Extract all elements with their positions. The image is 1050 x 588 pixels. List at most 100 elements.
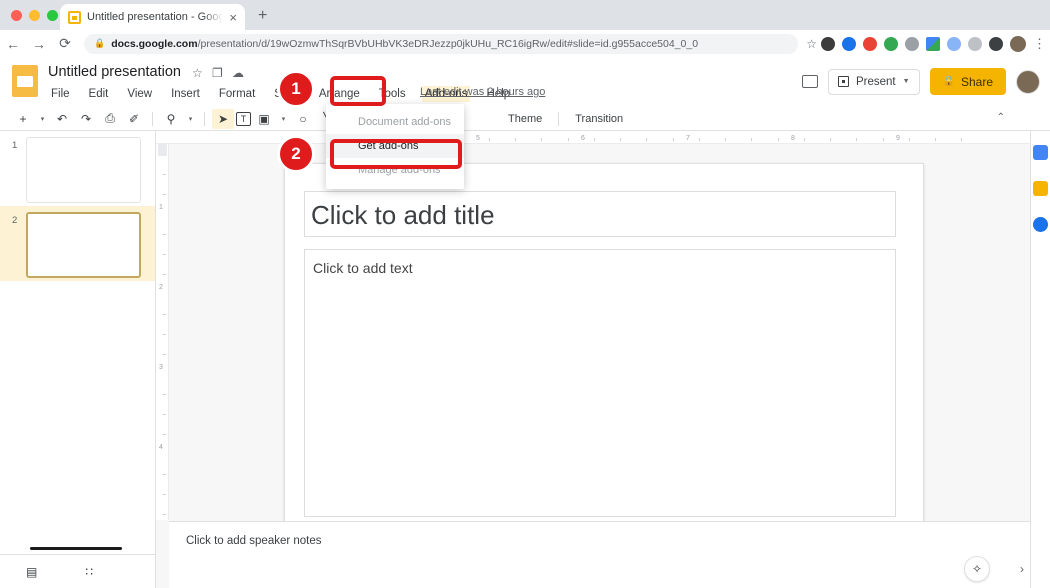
browser-profile-avatar[interactable] [1010,35,1026,52]
zoom-icon[interactable]: ⚲ [160,109,182,129]
extension-icon-3[interactable] [863,36,877,51]
title-placeholder[interactable]: Click to add title [304,191,896,237]
extension-icon-1[interactable] [821,36,835,51]
theme-button[interactable]: Theme [499,113,551,125]
menu-insert[interactable]: Insert [168,86,203,102]
address-bar[interactable]: 🔒 docs.google.com/presentation/d/19wOzmw… [84,33,799,54]
horizontal-scrollbar[interactable] [30,547,122,550]
lock-icon: 🔒 [94,38,106,48]
browser-window: Untitled presentation - Google × + ← → ⟳… [0,0,1050,588]
zoom-caret-icon[interactable]: ▾ [184,109,197,129]
ruler-handle[interactable] [158,144,167,156]
bookmark-star-icon[interactable]: ☆ [806,37,817,51]
filmstrip-view-icon[interactable]: ▤ [26,565,37,579]
last-edit-status[interactable]: Last edit was 2 hours ago [420,86,545,98]
slide-thumbnail-1[interactable]: 1 [0,131,155,206]
collapse-toolbar-icon[interactable]: ⌃ [997,112,1005,123]
view-toggle-bar: ▤ ∷ [0,547,156,588]
slide-thumbnail-2[interactable]: 2 [0,206,155,281]
close-tab-icon[interactable]: × [229,11,237,24]
vertical-ruler[interactable]: 1 2 3 4 5 [156,144,169,520]
extension-icon-4[interactable] [884,36,898,51]
comment-history-icon[interactable] [801,75,818,88]
insert-image-icon[interactable]: ▣ [253,109,275,129]
reload-icon[interactable]: ⟳ [52,35,78,52]
addons-dropdown-menu[interactable]: Document add-ons Get add-ons Manage add-… [326,104,464,189]
ruler-tick: 3 [159,364,163,371]
new-slide-icon[interactable]: + [12,109,34,129]
cloud-saved-icon[interactable]: ☁ [232,66,244,80]
new-tab-button[interactable]: + [258,8,267,24]
google-keep-icon[interactable] [1033,181,1048,196]
menu-edit[interactable]: Edit [86,86,112,102]
menu-file[interactable]: File [48,86,73,102]
transition-button[interactable]: Transition [566,113,632,125]
window-controls [11,10,58,21]
forward-icon[interactable]: → [26,36,52,52]
chevron-down-icon[interactable]: ▼ [903,78,910,85]
extension-icon-2[interactable] [842,36,856,51]
url-text: docs.google.com/presentation/d/19wOzmwTh… [111,38,698,50]
slide-preview[interactable] [26,137,141,203]
share-button[interactable]: 🔒 Share [929,68,1006,95]
extension-icon-6[interactable] [926,36,940,51]
image-caret-icon[interactable]: ▾ [277,109,290,129]
toolbar-divider [558,111,560,126]
dropdown-item-get-addons[interactable]: Get add-ons [326,134,464,158]
google-tasks-icon[interactable] [1033,217,1048,232]
slide-canvas[interactable]: Click to add title Click to add text [284,163,924,541]
browser-toolbar: ← → ⟳ 🔒 docs.google.com/presentation/d/1… [0,30,1050,57]
speaker-notes-pane[interactable]: Click to add speaker notes ✧ › [169,521,1030,588]
puzzle-extensions-icon[interactable] [989,36,1003,51]
menu-format[interactable]: Format [216,86,258,102]
extension-icon-8[interactable] [968,36,982,51]
share-label: Share [960,74,993,89]
expand-panel-icon[interactable]: › [1020,562,1024,576]
paint-format-icon[interactable]: ✐ [123,109,145,129]
print-icon[interactable]: ⎙ [99,109,121,129]
canvas-wrapper: Click to add title Click to add text [169,144,1030,541]
back-icon[interactable]: ← [0,36,26,52]
textbox-tool-icon[interactable]: T [236,111,251,126]
browser-menu-icon[interactable]: ⋮ [1033,37,1046,50]
speaker-notes-placeholder[interactable]: Click to add speaker notes [186,535,322,547]
slides-toolbar: + ▾ ↶ ↷ ⎙ ✐ ⚲ ▾ ➤ T ▣ ▾ ○ ╲ ▾ ⊞ Theme Tr… [0,107,1050,131]
google-calendar-icon[interactable] [1033,145,1048,160]
slides-favicon-icon [68,10,81,24]
slide-number: 2 [12,215,18,226]
tab-title: Untitled presentation - Google [87,11,224,23]
body-placeholder[interactable]: Click to add text [304,249,896,517]
grid-view-icon[interactable]: ∷ [85,565,93,579]
menu-view[interactable]: View [124,86,155,102]
google-slides-logo-icon[interactable] [12,65,38,97]
shape-tool-icon[interactable]: ○ [292,109,314,129]
maximize-window-button[interactable] [47,10,58,21]
move-to-folder-icon[interactable]: ❐ [212,66,223,80]
explore-button[interactable]: ✧ [964,556,990,582]
editor-area: 4 5 6 7 8 9 1 2 3 4 5 [156,131,1030,588]
menu-tools[interactable]: Tools [376,86,409,102]
settings-gear-icon[interactable] [905,36,919,51]
star-document-icon[interactable]: ☆ [192,66,203,80]
minimize-window-button[interactable] [29,10,40,21]
slide-preview[interactable] [26,212,141,278]
account-avatar[interactable] [1016,69,1040,94]
undo-icon[interactable]: ↶ [51,109,73,129]
download-icon[interactable] [947,36,961,51]
slide-filmstrip: 1 2 [0,131,156,554]
side-app-rail [1030,131,1050,588]
menu-arrange[interactable]: Arrange [316,86,363,102]
browser-tab[interactable]: Untitled presentation - Google × [60,4,245,30]
present-button[interactable]: Present ▼ [827,68,920,95]
share-lock-icon: 🔒 [942,76,955,87]
ruler-tick: 6 [581,135,585,142]
ruler-tick: 8 [791,135,795,142]
header-actions: Present ▼ 🔒 Share [801,68,1040,95]
document-title[interactable]: Untitled presentation [48,64,181,80]
select-tool-icon[interactable]: ➤ [212,108,234,129]
dropdown-item-manage-addons[interactable]: Manage add-ons [326,158,464,182]
new-slide-caret-icon[interactable]: ▾ [36,109,49,129]
close-window-button[interactable] [11,10,22,21]
redo-icon[interactable]: ↷ [75,109,97,129]
ruler-tick: 5 [476,135,480,142]
